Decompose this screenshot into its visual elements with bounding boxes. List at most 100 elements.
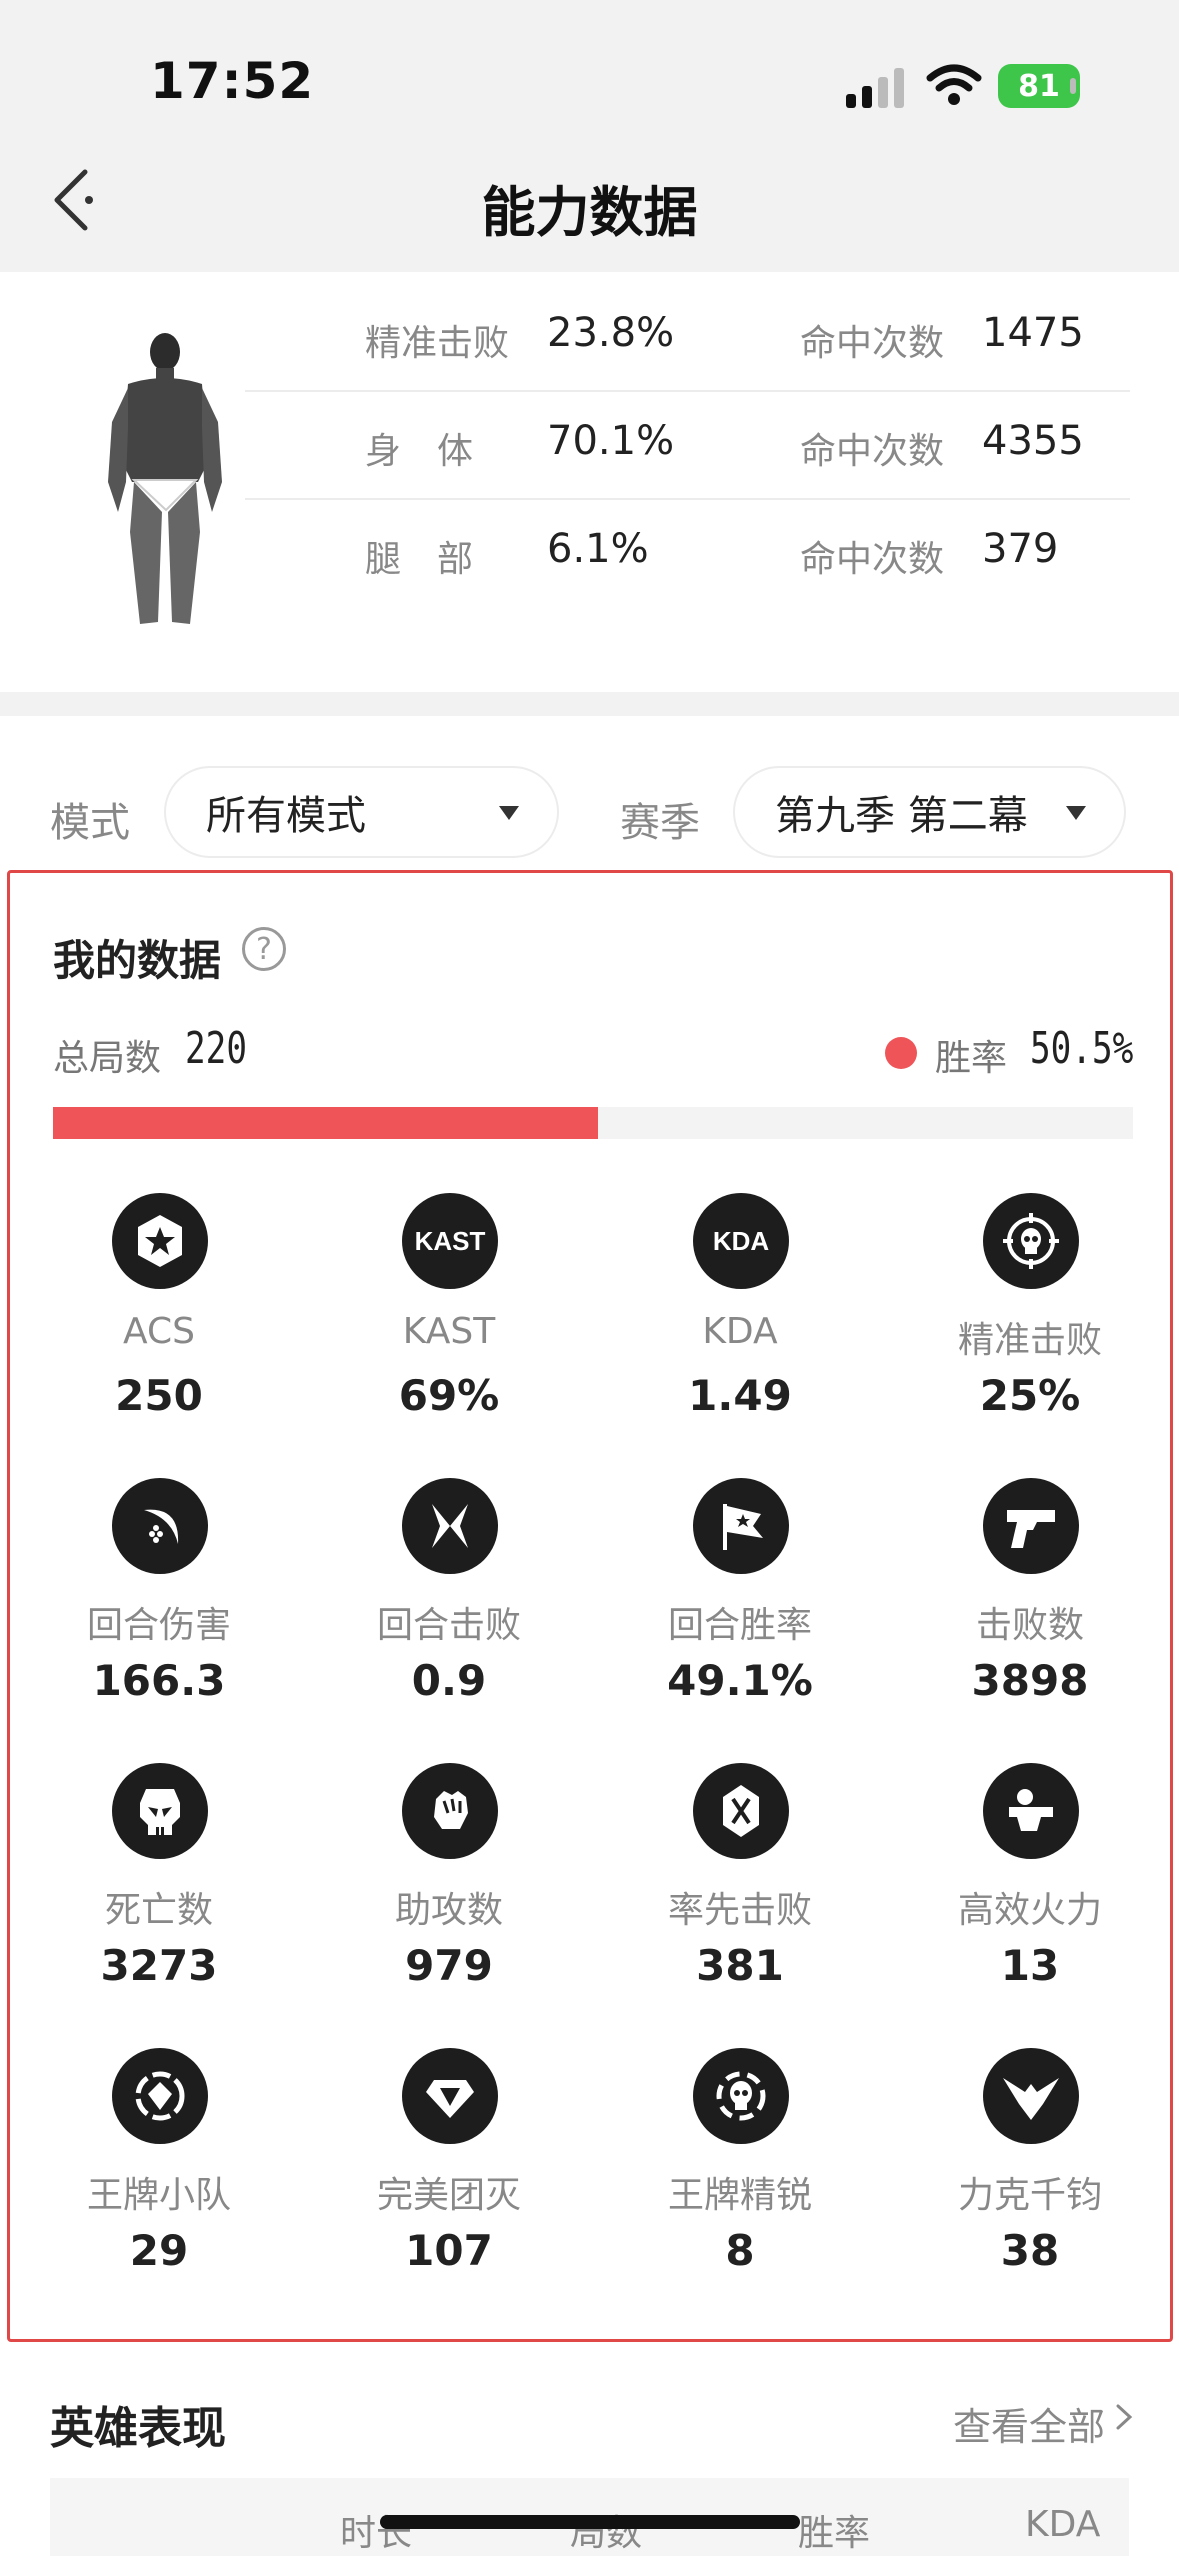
column-header-games: 局数: [570, 2513, 643, 2554]
status-time: 17:52: [150, 52, 315, 110]
hit-label: 身 体: [365, 431, 474, 472]
stat-item[interactable]: 率先击败 381: [595, 1763, 885, 2053]
help-icon[interactable]: ?: [242, 927, 286, 971]
stat-name: 王牌小队: [86, 2175, 231, 2216]
stat-name: 回合胜率: [667, 1605, 812, 1646]
eagle-icon: [983, 2048, 1079, 2144]
stat-item[interactable]: 完美团灭 107: [304, 2048, 594, 2338]
ace-squad-icon: [112, 2048, 208, 2144]
hit-percent: 70.1%: [547, 418, 675, 464]
page-title: 能力数据: [481, 181, 698, 244]
pistol-icon: [983, 1478, 1079, 1574]
stat-name: 率先击败: [667, 1890, 812, 1931]
hero-section-title: 英雄表现: [50, 2403, 226, 2454]
slash-icon: [112, 1478, 208, 1574]
stat-name: KDA: [702, 1311, 778, 1352]
skull-icon: [112, 1763, 208, 1859]
season-select[interactable]: 第九季 第二幕: [733, 766, 1126, 858]
stat-item[interactable]: 王牌小队 29: [14, 2048, 304, 2338]
crossed-blades-icon: [402, 1478, 498, 1574]
icon-text: KDA: [712, 1225, 770, 1256]
stat-item[interactable]: KDA KDA 1.49: [595, 1193, 885, 1483]
hit-count: 4355: [982, 418, 1084, 464]
battery-tip: [1070, 78, 1076, 94]
hit-percent: 23.8%: [547, 310, 675, 356]
stat-item[interactable]: 回合击败 0.9: [304, 1478, 594, 1768]
win-rate-bar: [53, 1107, 1133, 1139]
column-header-kda: KDA: [1025, 2504, 1101, 2545]
stat-value: 3273: [100, 1941, 218, 1990]
hit-count: 379: [982, 526, 1059, 572]
stat-item[interactable]: 助攻数 979: [304, 1763, 594, 2053]
total-games-value: 220: [185, 1023, 247, 1074]
stat-value: 979: [405, 1941, 493, 1990]
stat-value: 29: [129, 2226, 189, 2275]
chevron-right-icon[interactable]: [1110, 2404, 1136, 2430]
hit-count: 1475: [982, 310, 1084, 356]
stat-value: 381: [696, 1941, 784, 1990]
stat-value: 250: [115, 1371, 203, 1420]
stat-name: 死亡数: [104, 1890, 213, 1931]
battery-level: 81: [1018, 68, 1060, 104]
help-glyph: ?: [256, 931, 272, 967]
stat-name: 回合伤害: [86, 1605, 231, 1646]
stat-name: 高效火力: [957, 1890, 1102, 1931]
mode-label: 模式: [50, 800, 130, 846]
stat-value: 49.1%: [667, 1656, 813, 1705]
stat-value: 1.49: [688, 1371, 792, 1420]
stat-value: 3898: [971, 1656, 1089, 1705]
cellular-signal-icon: [846, 68, 904, 108]
stat-name: 王牌精锐: [667, 2175, 812, 2216]
column-header-duration: 时长: [340, 2513, 413, 2554]
win-rate-dot: [885, 1037, 917, 1069]
hit-count-label: 命中次数: [800, 323, 945, 364]
column-header-winrate: 胜率: [798, 2513, 871, 2554]
stat-name: 助攻数: [394, 1890, 503, 1931]
crosshair-skull-icon: [983, 1193, 1079, 1289]
stat-value: 0.9: [411, 1656, 487, 1705]
stat-value: 8: [725, 2226, 755, 2275]
star-badge-icon: [112, 1193, 208, 1289]
body-silhouette-icon: [108, 333, 222, 624]
see-all-link[interactable]: 查看全部: [953, 2396, 1105, 2451]
stat-item[interactable]: 回合胜率 49.1%: [595, 1478, 885, 1768]
hit-row-head: 精准击败 23.8% 命中次数 1475: [245, 284, 1130, 392]
stat-name: ACS: [123, 1311, 195, 1352]
stat-item[interactable]: 精准击败 25%: [885, 1193, 1175, 1483]
stat-item[interactable]: 高效火力 13: [885, 1763, 1175, 2053]
stat-name: 完美团灭: [376, 2175, 521, 2216]
stat-item[interactable]: 击败数 3898: [885, 1478, 1175, 1768]
hit-row-body: 身 体 70.1% 命中次数 4355: [245, 392, 1130, 500]
stat-name: 力克千钧: [957, 2175, 1102, 2216]
kda-icon: KDA: [693, 1193, 789, 1289]
stat-item[interactable]: 力克千钧 38: [885, 2048, 1175, 2338]
home-indicator: [380, 2515, 800, 2529]
stat-value: 38: [1000, 2226, 1060, 2275]
hit-stats-panel: 精准击败 23.8% 命中次数 1475 身 体 70.1% 命中次数 4355…: [0, 272, 1179, 692]
caret-down-icon: [499, 806, 519, 820]
mode-select-value: 所有模式: [206, 793, 366, 839]
my-data-title: 我的数据: [53, 936, 222, 985]
stat-item[interactable]: 回合伤害 166.3: [14, 1478, 304, 1768]
caret-down-icon: [1066, 806, 1086, 820]
mode-select[interactable]: 所有模式: [164, 766, 559, 858]
my-data-panel: 我的数据 ? 总局数 220 胜率 50.5% ACS 250 KAST KAST 69…: [7, 870, 1173, 2342]
stat-item[interactable]: 王牌精锐 8: [595, 2048, 885, 2338]
stat-value: 69%: [398, 1371, 500, 1420]
hit-percent: 6.1%: [547, 526, 649, 572]
stat-name: 回合击败: [376, 1605, 521, 1646]
hit-row-legs: 腿 部 6.1% 命中次数 379: [245, 500, 1130, 608]
win-rate-label: 胜率: [935, 1038, 1008, 1079]
total-games-label: 总局数: [53, 1038, 162, 1079]
stat-item[interactable]: ACS 250: [14, 1193, 304, 1483]
stat-item[interactable]: 死亡数 3273: [14, 1763, 304, 2053]
hit-count-label: 命中次数: [800, 539, 945, 580]
hit-label: 精准击败: [365, 323, 510, 364]
gun-hand-icon: [983, 1763, 1079, 1859]
fist-icon: [402, 1763, 498, 1859]
battery-indicator: 81: [998, 64, 1080, 108]
stat-item[interactable]: KAST KAST 69%: [304, 1193, 594, 1483]
win-rate-bar-fill: [53, 1107, 599, 1139]
hit-count-label: 命中次数: [800, 431, 945, 472]
diamond-icon: [402, 2048, 498, 2144]
